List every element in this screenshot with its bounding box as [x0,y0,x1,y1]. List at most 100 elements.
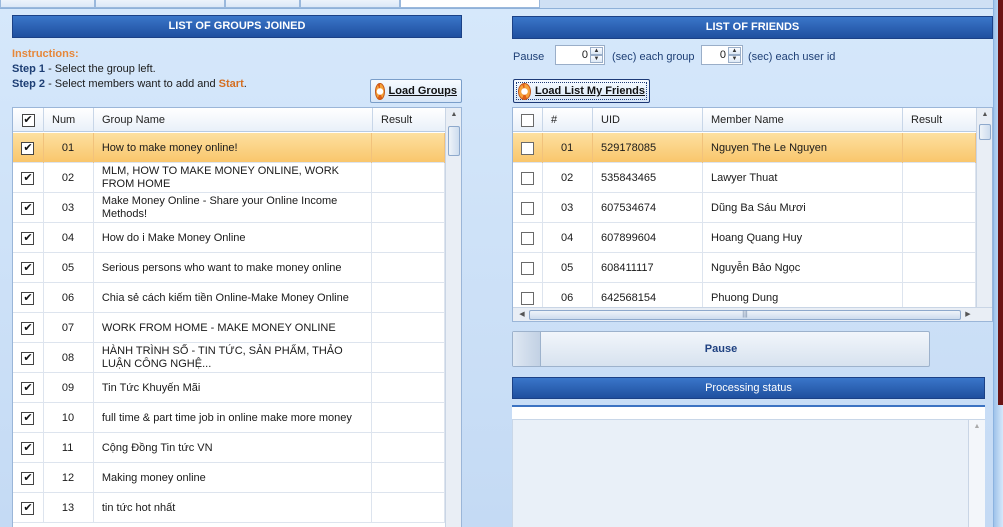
tab-1[interactable] [0,0,95,8]
pause-user-spinner[interactable]: 0 ▲ ▼ [701,45,743,65]
scroll-left-arrow-icon[interactable]: ◀ [515,308,529,321]
table-row[interactable]: ✔ 11 Cộng Đồng Tin tức VN [13,433,445,463]
row-checkbox-cell[interactable]: ✔ [13,163,44,193]
processing-status-log[interactable]: ▲ [512,419,985,527]
row-checkbox[interactable]: ✔ [21,291,35,305]
groups-col-name[interactable]: Group Name [94,108,373,132]
row-checkbox[interactable]: ✔ [21,141,35,155]
table-row[interactable]: 05 608411117 Nguyễn Bảo Ngọc [513,253,976,283]
row-checkbox[interactable] [521,231,534,245]
table-row[interactable]: 01 529178085 Nguyen The Le Nguyen [513,133,976,163]
tab-2[interactable] [95,0,225,8]
row-checkbox[interactable] [521,291,534,305]
friends-header-checkbox-cell[interactable] [513,108,543,132]
row-checkbox[interactable]: ✔ [21,411,35,425]
status-vertical-scrollbar[interactable]: ▲ [968,420,985,527]
friends-col-num[interactable]: # [543,108,593,132]
groups-vertical-scrollbar[interactable]: ▲ [445,108,461,527]
row-checkbox[interactable]: ✔ [21,501,35,515]
table-row[interactable]: ✔ 13 tin tức hot nhất [13,493,445,523]
tab-active[interactable] [400,0,540,8]
pause-button[interactable]: Pause [512,331,930,367]
row-checkbox-cell[interactable]: ✔ [13,343,44,373]
table-row[interactable]: ✔ 12 Making money online [13,463,445,493]
row-checkbox[interactable]: ✔ [21,201,35,215]
scroll-up-arrow-icon[interactable]: ▲ [446,108,461,122]
tab-3[interactable] [225,0,300,8]
row-checkbox[interactable] [521,201,534,215]
table-row[interactable]: ✔ 04 How do i Make Money Online [13,223,445,253]
group-name: HÀNH TRÌNH SỐ - TIN TỨC, SẢN PHẨM, THẢO … [94,343,373,373]
row-checkbox-cell[interactable] [513,193,543,223]
friends-col-result[interactable]: Result [903,108,977,132]
row-checkbox[interactable]: ✔ [21,231,35,245]
row-checkbox[interactable] [521,171,534,185]
row-checkbox-cell[interactable] [513,163,543,193]
row-checkbox-cell[interactable]: ✔ [13,433,44,463]
table-row[interactable]: ✔ 09 Tin Tức Khuyến Mãi [13,373,445,403]
table-row[interactable]: ✔ 10 full time & part time job in online m… [13,403,445,433]
group-name: Serious persons who want to make money o… [94,253,373,283]
spin-down-icon[interactable]: ▼ [728,55,741,63]
row-checkbox-cell[interactable]: ✔ [13,193,44,223]
row-checkbox-cell[interactable]: ✔ [13,493,44,523]
row-checkbox[interactable]: ✔ [21,441,35,455]
groups-col-num[interactable]: Num [44,108,94,132]
friends-vertical-scrollbar[interactable]: ▲ [976,108,992,308]
row-checkbox-cell[interactable]: ✔ [13,253,44,283]
friends-grid[interactable]: # UID Member Name Result 01 529178085 Nguy… [512,107,993,322]
row-checkbox-cell[interactable]: ✔ [13,283,44,313]
load-groups-button[interactable]: Load Groups [370,79,462,103]
row-checkbox-cell[interactable]: ✔ [13,313,44,343]
group-name: WORK FROM HOME - MAKE MONEY ONLINE [94,313,373,343]
friends-select-all-checkbox[interactable] [521,113,534,127]
groups-header-checkbox-cell[interactable]: ✔ [13,108,44,132]
table-row[interactable]: 04 607899604 Hoang Quang Huy [513,223,976,253]
friends-scroll-thumb[interactable] [979,124,991,140]
row-checkbox-cell[interactable]: ✔ [13,223,44,253]
groups-col-result[interactable]: Result [373,108,446,132]
table-row[interactable]: ✔ 03 Make Money Online - Share your Online… [13,193,445,223]
row-checkbox-cell[interactable]: ✔ [13,463,44,493]
row-checkbox[interactable]: ✔ [21,261,35,275]
table-row[interactable]: ✔ 07 WORK FROM HOME - MAKE MONEY ONLINE [13,313,445,343]
table-row[interactable]: ✔ 02 MLM, HOW TO MAKE MONEY ONLINE, WORK F… [13,163,445,193]
pause-user-value[interactable]: 0 [720,49,726,61]
scroll-up-arrow-icon[interactable]: ▲ [969,420,985,434]
scroll-right-arrow-icon[interactable]: ▶ [961,308,975,321]
friends-col-member-name[interactable]: Member Name [703,108,903,132]
row-checkbox-cell[interactable]: ✔ [13,373,44,403]
row-checkbox-cell[interactable] [513,253,543,283]
friends-col-uid[interactable]: UID [593,108,703,132]
table-row[interactable]: ✔ 06 Chia sẻ cách kiếm tiền Online-Make Mo… [13,283,445,313]
row-checkbox[interactable]: ✔ [21,171,35,185]
groups-grid[interactable]: ✔ Num Group Name Result ✔ 01 How to make m… [12,107,462,527]
row-checkbox-cell[interactable]: ✔ [13,133,44,163]
row-checkbox[interactable] [521,141,534,155]
row-checkbox[interactable]: ✔ [21,471,35,485]
row-checkbox[interactable]: ✔ [21,381,35,395]
row-checkbox-cell[interactable]: ✔ [13,403,44,433]
load-friends-button[interactable]: Load List My Friends [513,79,650,103]
groups-scroll-thumb[interactable] [448,126,460,156]
pause-group-spinner[interactable]: 0 ▲ ▼ [555,45,605,65]
table-row[interactable]: ✔ 01 How to make money online! [13,133,445,163]
friends-hscroll-thumb[interactable]: ||| [529,310,961,320]
row-checkbox-cell[interactable] [513,223,543,253]
spin-up-icon[interactable]: ▲ [590,47,603,55]
table-row[interactable]: 03 607534674 Dũng Ba Sáu Mươi [513,193,976,223]
table-row[interactable]: ✔ 05 Serious persons who want to make mone… [13,253,445,283]
scroll-up-arrow-icon[interactable]: ▲ [977,108,992,122]
tab-4[interactable] [300,0,400,8]
table-row[interactable]: ✔ 08 HÀNH TRÌNH SỐ - TIN TỨC, SẢN PHẨM, TH… [13,343,445,373]
groups-select-all-checkbox[interactable]: ✔ [21,113,35,127]
friends-horizontal-scrollbar[interactable]: ◀ ||| ▶ [513,307,992,321]
row-checkbox-cell[interactable] [513,133,543,163]
spin-up-icon[interactable]: ▲ [728,47,741,55]
row-checkbox[interactable]: ✔ [21,321,35,335]
spin-down-icon[interactable]: ▼ [590,55,603,63]
pause-group-value[interactable]: 0 [582,49,588,61]
row-checkbox[interactable]: ✔ [21,351,35,365]
table-row[interactable]: 02 535843465 Lawyer Thuat [513,163,976,193]
row-checkbox[interactable] [521,261,534,275]
